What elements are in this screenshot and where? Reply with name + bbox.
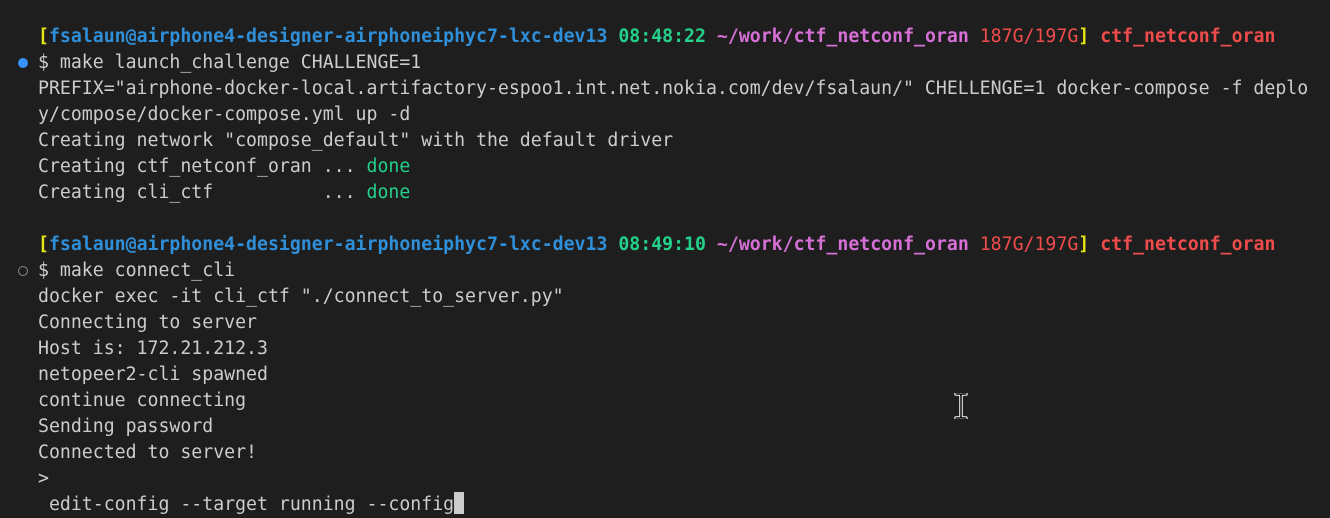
output-line: continue connecting <box>38 390 247 411</box>
prompt-disk: 187G/197G <box>979 26 1079 47</box>
blue-dot-icon[interactable] <box>18 58 28 68</box>
prompt-bracket-open: [ <box>38 26 49 47</box>
prompt-user: fsalaun <box>48 26 126 47</box>
prompt-bracket-close: ] <box>1078 234 1090 255</box>
command-line: $ make launch_challenge CHALLENGE=1 <box>38 52 422 73</box>
output-line: Connected to server! <box>38 442 257 463</box>
output-line: Connecting to server <box>38 312 257 333</box>
prompt-path: ~/work/ctf_netconf_oran <box>716 26 969 47</box>
text-cursor <box>454 492 465 514</box>
output-line: Host is: 172.21.212.3 <box>38 338 268 359</box>
status-done: done <box>366 156 411 177</box>
output-line: netopeer2-cli spawned <box>38 364 268 385</box>
prompt-user: fsalaun <box>48 234 126 255</box>
prompt-line: [fsalaun@airphone4-designer-airphoneiphy… <box>38 232 1275 258</box>
prompt-disk: 187G/197G <box>979 234 1079 255</box>
prompt-branch: ctf_netconf_oran <box>1100 234 1276 255</box>
terminal-panel[interactable]: [fsalaun@airphone4-designer-airphoneiphy… <box>0 0 1330 518</box>
prompt-time: 08:48:22 <box>618 26 706 47</box>
prompt-line: [fsalaun@airphone4-designer-airphoneiphy… <box>38 24 1275 50</box>
prompt-bracket-open: [ <box>38 234 49 255</box>
prompt-bracket-close: ] <box>1078 26 1090 47</box>
input-line[interactable]: edit-config --target running --config <box>38 492 465 518</box>
output-line: Creating ctf_netconf_oran ... done <box>38 154 410 180</box>
output-line: y/compose/docker-compose.yml up -d <box>38 104 411 125</box>
prompt-host: airphone4-designer-airphoneiphyc7-lxc-de… <box>136 26 608 47</box>
output-line: Sending password <box>38 416 214 437</box>
text-ibeam-cursor-icon <box>954 393 968 419</box>
creating-text: Creating ctf_netconf_oran ... <box>38 156 367 177</box>
netopeer-prompt: > <box>38 468 49 489</box>
command-line: $ make connect_cli <box>38 260 236 281</box>
prompt-path: ~/work/ctf_netconf_oran <box>716 234 969 255</box>
hollow-circle-icon[interactable] <box>18 266 28 276</box>
creating-text: Creating cli_ctf ... <box>38 182 367 203</box>
output-line: docker exec -it cli_ctf "./connect_to_se… <box>38 286 564 307</box>
output-line: Creating network "compose_default" with … <box>38 130 674 151</box>
prompt-at: @ <box>125 234 137 255</box>
prompt-branch: ctf_netconf_oran <box>1100 26 1276 47</box>
prompt-at: @ <box>125 26 137 47</box>
status-done: done <box>366 182 411 203</box>
prompt-time: 08:49:10 <box>618 234 706 255</box>
output-line: PREFIX="airphone-docker-local.artifactor… <box>38 78 1309 99</box>
prompt-host: airphone4-designer-airphoneiphyc7-lxc-de… <box>136 234 608 255</box>
output-line: Creating cli_ctf ... done <box>38 180 410 206</box>
input-text[interactable]: edit-config --target running --config <box>38 494 454 515</box>
